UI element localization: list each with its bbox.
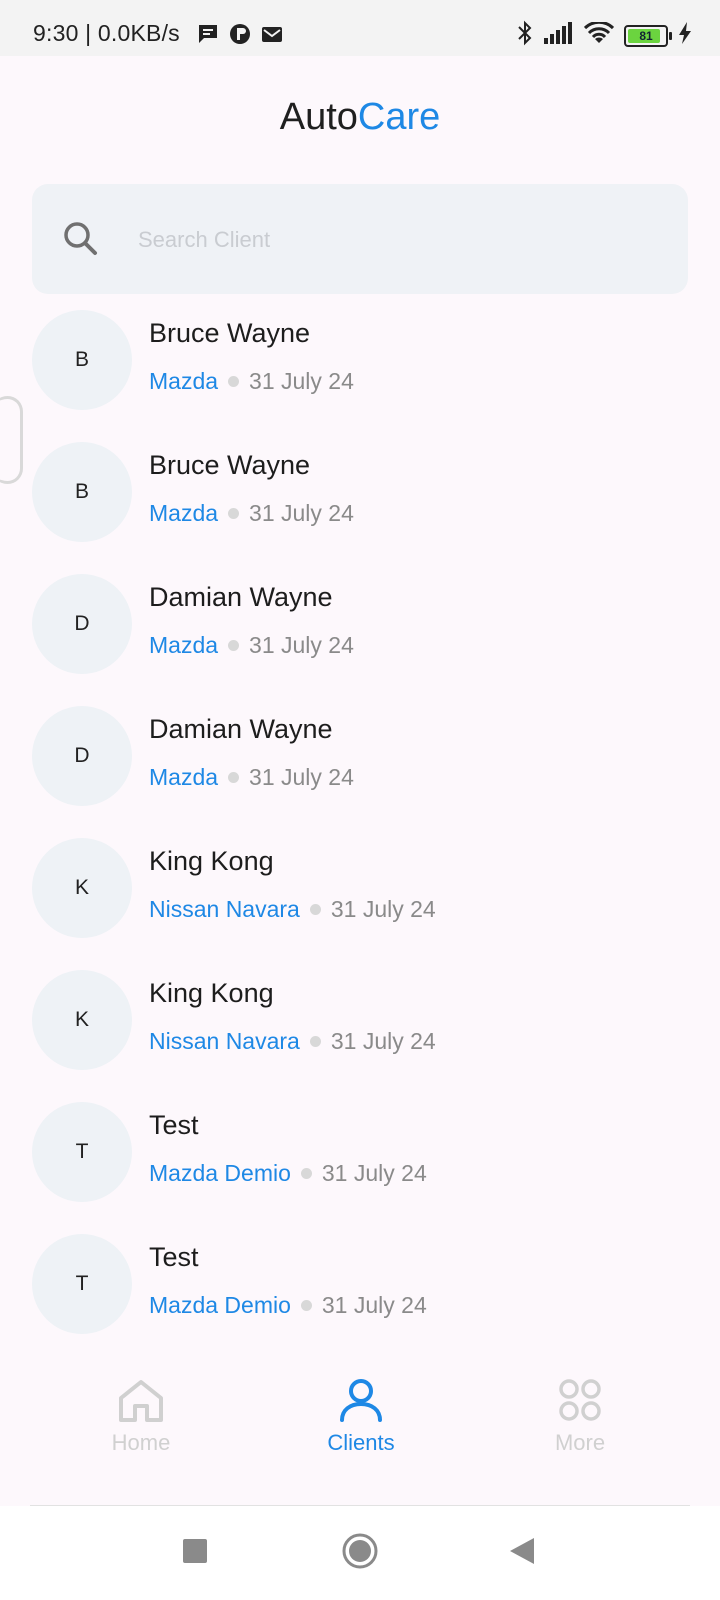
client-date: 31 July 24 <box>249 632 354 658</box>
user-icon <box>281 1376 441 1424</box>
separator-dot <box>300 1300 312 1311</box>
client-vehicle: Mazda <box>149 500 219 526</box>
home-button[interactable] <box>341 1532 379 1575</box>
search-icon <box>60 218 102 260</box>
separator-dot <box>228 772 240 783</box>
client-row[interactable]: D Damian Wayne Mazda 31 July 24 <box>0 572 720 696</box>
client-vehicle: Nissan Navara <box>149 896 300 922</box>
client-row[interactable]: B Bruce Wayne Mazda 31 July 24 <box>0 440 720 564</box>
bluetooth-icon <box>516 20 534 51</box>
client-name: King Kong <box>149 846 274 876</box>
client-row[interactable]: B Bruce Wayne Mazda 31 July 24 <box>0 308 720 432</box>
client-date: 31 July 24 <box>330 896 436 922</box>
client-date: 31 July 24 <box>321 1292 427 1318</box>
charging-icon <box>678 22 692 49</box>
nav-clients-label: Clients <box>327 1430 395 1455</box>
avatar: K <box>32 970 132 1070</box>
app-title-care: Care <box>357 96 441 138</box>
client-name: Test <box>149 1242 199 1272</box>
nav-clients[interactable]: Clients <box>281 1376 441 1456</box>
avatar: D <box>32 574 132 674</box>
client-row[interactable]: T Test Mazda Demio 31 July 24 <box>0 1232 720 1334</box>
separator-dot <box>300 1168 312 1179</box>
system-nav-bar <box>0 1506 720 1600</box>
client-vehicle: Mazda Demio <box>149 1292 291 1318</box>
client-row[interactable]: D Damian Wayne Mazda 31 July 24 <box>0 704 720 828</box>
client-date: 31 July 24 <box>330 1028 436 1054</box>
app-title: AutoCare <box>0 96 720 139</box>
avatar: B <box>32 442 132 542</box>
grid-icon <box>500 1376 660 1424</box>
back-button[interactable] <box>508 1536 536 1571</box>
client-date: 31 July 24 <box>249 764 354 790</box>
battery-icon: 81 <box>624 24 672 47</box>
avatar: D <box>32 706 132 806</box>
status-bar: 9:30 | 0.0KB/s 81 <box>0 0 720 56</box>
client-name: Bruce Wayne <box>149 318 311 348</box>
client-name: Test <box>149 1110 199 1140</box>
battery-level: 81 <box>639 28 653 43</box>
client-date: 31 July 24 <box>321 1160 427 1186</box>
client-name: Damian Wayne <box>149 714 333 744</box>
client-list: B Bruce Wayne Mazda 31 July 24 B Bruce Wa… <box>0 308 720 1334</box>
app-icon <box>228 22 252 46</box>
wifi-icon <box>583 20 615 49</box>
client-date: 31 July 24 <box>249 368 354 394</box>
separator-dot <box>228 376 240 387</box>
avatar: B <box>32 310 132 410</box>
client-name: King Kong <box>149 978 274 1008</box>
separator-dot <box>228 508 240 519</box>
search-input[interactable] <box>136 214 660 266</box>
mail-icon <box>260 22 284 46</box>
message-icon <box>196 22 220 46</box>
nav-home-label: Home <box>111 1430 171 1455</box>
client-row[interactable]: K King Kong Nissan Navara 31 July 24 <box>0 836 720 960</box>
client-vehicle: Mazda <box>149 368 219 394</box>
separator-dot <box>309 1036 321 1047</box>
nav-more-label: More <box>554 1430 606 1455</box>
client-vehicle: Nissan Navara <box>149 1028 300 1054</box>
avatar: T <box>32 1102 132 1202</box>
client-vehicle: Mazda <box>149 764 219 790</box>
status-time: 9:30 | 0.0KB/s <box>33 20 180 46</box>
app-title-auto: Auto <box>279 96 358 138</box>
client-vehicle: Mazda <box>149 632 219 658</box>
nav-more[interactable]: More <box>500 1376 660 1456</box>
bottom-nav: Home Clients More <box>0 1340 720 1460</box>
client-row[interactable]: K King Kong Nissan Navara 31 July 24 <box>0 968 720 1092</box>
client-name: Bruce Wayne <box>149 450 311 480</box>
client-row[interactable]: T Test Mazda Demio 31 July 24 <box>0 1100 720 1224</box>
search-box[interactable] <box>32 184 688 294</box>
recents-button[interactable] <box>182 1538 208 1569</box>
avatar: K <box>32 838 132 938</box>
client-date: 31 July 24 <box>249 500 354 526</box>
signal-icon <box>544 22 574 49</box>
avatar: T <box>32 1234 132 1334</box>
home-icon <box>61 1376 221 1424</box>
client-name: Damian Wayne <box>149 582 333 612</box>
nav-home[interactable]: Home <box>61 1376 221 1456</box>
separator-dot <box>228 640 240 651</box>
client-vehicle: Mazda Demio <box>149 1160 291 1186</box>
separator-dot <box>309 904 321 915</box>
